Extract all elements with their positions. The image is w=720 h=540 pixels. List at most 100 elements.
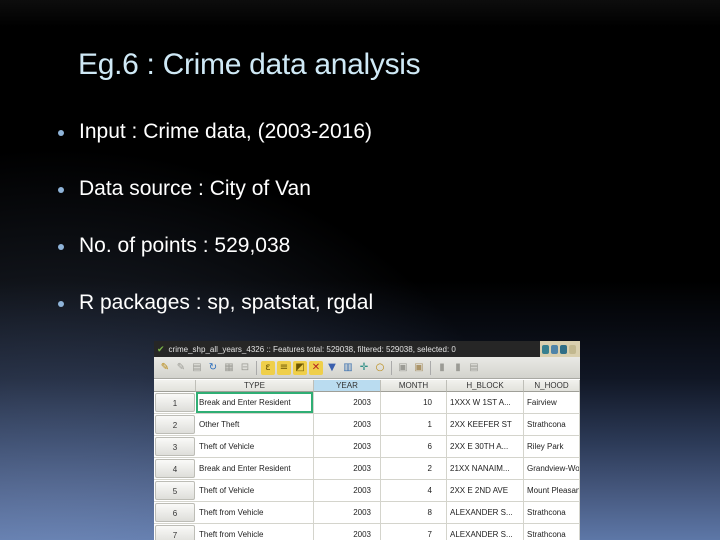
row-number-button[interactable]: 1 [155,393,195,412]
bullet-item: No. of points : 529,038 [56,234,690,291]
cell-year[interactable]: 2003 [314,414,381,435]
table-row: 7 Theft from Vehicle 2003 7 ALEXANDER S... St… [154,524,580,540]
cell-year[interactable]: 2003 [314,392,381,413]
row-number-button[interactable]: 5 [155,481,195,500]
zoom-to-selected-icon[interactable]: ○ [373,361,387,375]
toggle-edit-icon[interactable]: ✎ [158,361,172,375]
map-feature-blob [569,344,576,354]
cell-h-block[interactable]: 2XX KEEFER ST [447,414,524,435]
delete-column-icon[interactable]: ▮ [451,361,465,375]
attribute-table-toolbar: ✎ ✎ ▤ ↻ ▦ ⊟ ε ≡ ◩ ✕ ▼ ▥ ✛ ○ ▣ ▣ ▮ ▮ ▤ [154,357,580,379]
cell-month[interactable]: 4 [381,480,447,501]
cell-n-hood[interactable]: Strathcona [524,524,580,540]
row-number-cell: 2 [154,414,196,435]
row-number-cell: 4 [154,458,196,479]
toolbar-separator [391,360,392,375]
cell-type[interactable]: Break and Enter Resident [196,392,314,413]
multiedit-icon[interactable]: ✎ [174,361,188,375]
cell-year[interactable]: 2003 [314,436,381,457]
column-header-h_block[interactable]: H_BLOCK [447,380,524,392]
invert-selection-icon[interactable]: ◩ [293,360,307,375]
bullet-text: No. of points : 529,038 [79,234,291,257]
cell-month[interactable]: 10 [381,392,447,413]
column-header-type[interactable]: TYPE [196,380,314,392]
bullet-item: R packages : sp, spatstat, rgdal [56,291,690,348]
bullet-dot-icon [58,301,64,307]
delete-feature-icon[interactable]: ⊟ [238,361,252,375]
pan-to-selected-icon[interactable]: ✛ [357,361,371,375]
filter-icon[interactable]: ▼ [325,361,339,375]
map-feature-blob [551,344,558,354]
cell-month[interactable]: 8 [381,502,447,523]
window-icon: ✔ [157,344,165,354]
cell-year[interactable]: 2003 [314,524,381,540]
bullet-list: Input : Crime data, (2003-2016) Data sour… [56,120,690,348]
cell-month[interactable]: 6 [381,436,447,457]
cell-n-hood[interactable]: Fairview [524,392,580,413]
table-body: 1 Break and Enter Resident 2003 10 1XXX W 1S… [154,392,580,540]
bullet-item: Data source : City of Van [56,177,690,234]
cell-month[interactable]: 7 [381,524,447,540]
cell-n-hood[interactable]: Strathcona [524,502,580,523]
new-feature-icon[interactable]: ▦ [222,361,236,375]
table-row: 3 Theft of Vehicle 2003 6 2XX E 30TH A... Ril… [154,436,580,458]
qgis-attribute-table-screenshot: ✔ crime_shp_all_years_4326 :: Features t… [154,341,580,540]
column-header-n_hood[interactable]: N_HOOD [524,380,580,392]
cell-year[interactable]: 2003 [314,480,381,501]
cell-h-block[interactable]: 2XX E 2ND AVE [447,480,524,501]
slide-title: Eg.6 : Crime data analysis [78,48,421,81]
attribute-table-grid: TYPE YEAR MONTH H_BLOCK N_HOOD 1 Break and En… [154,380,580,540]
map-feature-blob [542,344,549,354]
row-number-cell: 7 [154,524,196,540]
expression-select-icon[interactable]: ε [261,360,275,375]
cell-year[interactable]: 2003 [314,458,381,479]
move-selection-top-icon[interactable]: ▥ [341,361,355,375]
conditional-format-icon[interactable]: ▤ [467,361,481,375]
cell-type[interactable]: Theft of Vehicle [196,480,314,501]
bullet-item: Input : Crime data, (2003-2016) [56,120,690,177]
cell-h-block[interactable]: 21XX NANAIM... [447,458,524,479]
row-number-cell: 6 [154,502,196,523]
bullet-dot-icon [58,130,64,136]
new-column-icon[interactable]: ▮ [435,361,449,375]
row-number-button[interactable]: 4 [155,459,195,478]
cell-n-hood[interactable]: Mount Pleasant [524,480,580,501]
reload-icon[interactable]: ↻ [206,361,220,375]
deselect-all-icon[interactable]: ✕ [309,360,323,375]
cell-month[interactable]: 1 [381,414,447,435]
paste-icon[interactable]: ▣ [412,361,426,375]
row-number-cell: 1 [154,392,196,413]
cell-type[interactable]: Theft from Vehicle [196,502,314,523]
cell-type[interactable]: Theft from Vehicle [196,524,314,540]
header-corner-cell[interactable] [154,380,196,392]
cell-h-block[interactable]: 2XX E 30TH A... [447,436,524,457]
cell-type[interactable]: Other Theft [196,414,314,435]
cell-h-block[interactable]: 1XXX W 1ST A... [447,392,524,413]
copy-icon[interactable]: ▣ [396,361,410,375]
cell-h-block[interactable]: ALEXANDER S... [447,502,524,523]
cell-month[interactable]: 2 [381,458,447,479]
row-number-button[interactable]: 3 [155,437,195,456]
row-number-button[interactable]: 2 [155,415,195,434]
column-header-month[interactable]: MONTH [381,380,447,392]
cell-year[interactable]: 2003 [314,502,381,523]
row-number-button[interactable]: 6 [155,503,195,522]
row-number-button[interactable]: 7 [155,525,195,540]
column-header-year[interactable]: YEAR [314,380,381,392]
toolbar-separator [256,360,257,375]
bullet-dot-icon [58,187,64,193]
select-all-icon[interactable]: ≡ [277,360,291,375]
cell-n-hood[interactable]: Grandview-Wo... [524,458,580,479]
map-canvas-sliver [540,341,580,357]
cell-n-hood[interactable]: Riley Park [524,436,580,457]
cell-h-block[interactable]: ALEXANDER S... [447,524,524,540]
cell-type[interactable]: Theft of Vehicle [196,436,314,457]
bullet-dot-icon [58,244,64,250]
table-row: 4 Break and Enter Resident 2003 2 21XX NANAI… [154,458,580,480]
save-edits-icon[interactable]: ▤ [190,361,204,375]
table-row: 6 Theft from Vehicle 2003 8 ALEXANDER S... St… [154,502,580,524]
bullet-text: R packages : sp, spatstat, rgdal [79,291,374,314]
table-row: 5 Theft of Vehicle 2003 4 2XX E 2ND AVE Mount… [154,480,580,502]
cell-n-hood[interactable]: Strathcona [524,414,580,435]
cell-type[interactable]: Break and Enter Resident [196,458,314,479]
